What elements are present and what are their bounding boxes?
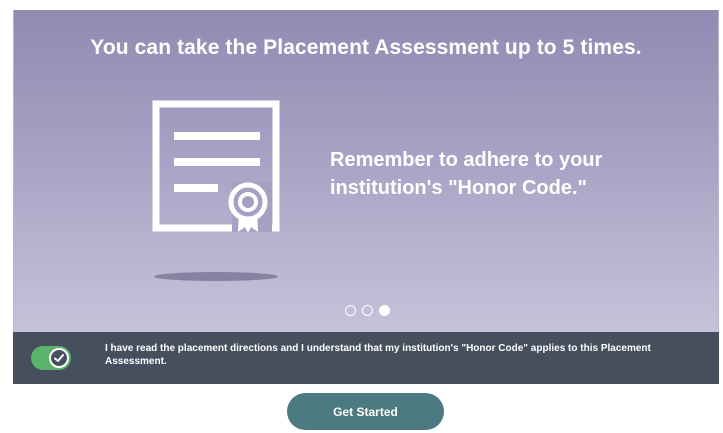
checkmark-icon [54, 354, 64, 362]
slide-title: You can take the Placement Assessment up… [90, 36, 642, 59]
slide-message-line2: institution's "Honor Code." [330, 177, 588, 199]
agreement-bar: I have read the placement directions and… [13, 332, 719, 384]
get-started-button[interactable]: Get Started [287, 393, 444, 430]
slide-message: Remember to adhere to your institution's… [330, 146, 690, 202]
carousel-dot-1[interactable] [345, 305, 356, 316]
carousel-dot-3[interactable] [379, 305, 390, 316]
carousel-slide: You can take the Placement Assessment up… [13, 10, 719, 332]
app-frame: You can take the Placement Assessment up… [0, 0, 723, 433]
slide-message-line1: Remember to adhere to your [330, 149, 603, 171]
toggle-knob [49, 348, 69, 368]
agreement-toggle[interactable] [31, 346, 71, 370]
icon-shadow [154, 272, 278, 281]
agreement-text: I have read the placement directions and… [105, 343, 651, 367]
carousel-dot-2[interactable] [362, 305, 373, 316]
certificate-icon [152, 100, 280, 233]
carousel-dots [345, 305, 390, 316]
